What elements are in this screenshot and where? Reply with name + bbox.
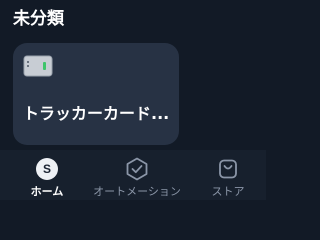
tab-automation-label: オートメーション: [93, 185, 181, 198]
home-avatar-icon: S: [35, 157, 59, 181]
device-name: トラッカーカード...: [23, 104, 170, 123]
tab-store[interactable]: ストア: [200, 150, 256, 200]
shopping-bag-icon: [216, 157, 240, 181]
tab-automation[interactable]: オートメーション: [93, 150, 181, 200]
tab-store-label: ストア: [211, 185, 245, 198]
tab-home-label: ホーム: [30, 185, 64, 198]
section-title: 未分類: [13, 9, 64, 29]
app-screen: 未分類 トラッカーカード... S ホーム オートメーション ストア: [0, 0, 266, 200]
device-card-tracker[interactable]: トラッカーカード...: [13, 43, 179, 145]
tab-home[interactable]: S ホーム: [22, 150, 72, 200]
tab-bar: S ホーム オートメーション ストア: [0, 150, 266, 200]
home-avatar-letter: S: [36, 158, 58, 180]
tracker-card-icon: [23, 55, 53, 77]
check-badge-icon: [125, 157, 149, 181]
